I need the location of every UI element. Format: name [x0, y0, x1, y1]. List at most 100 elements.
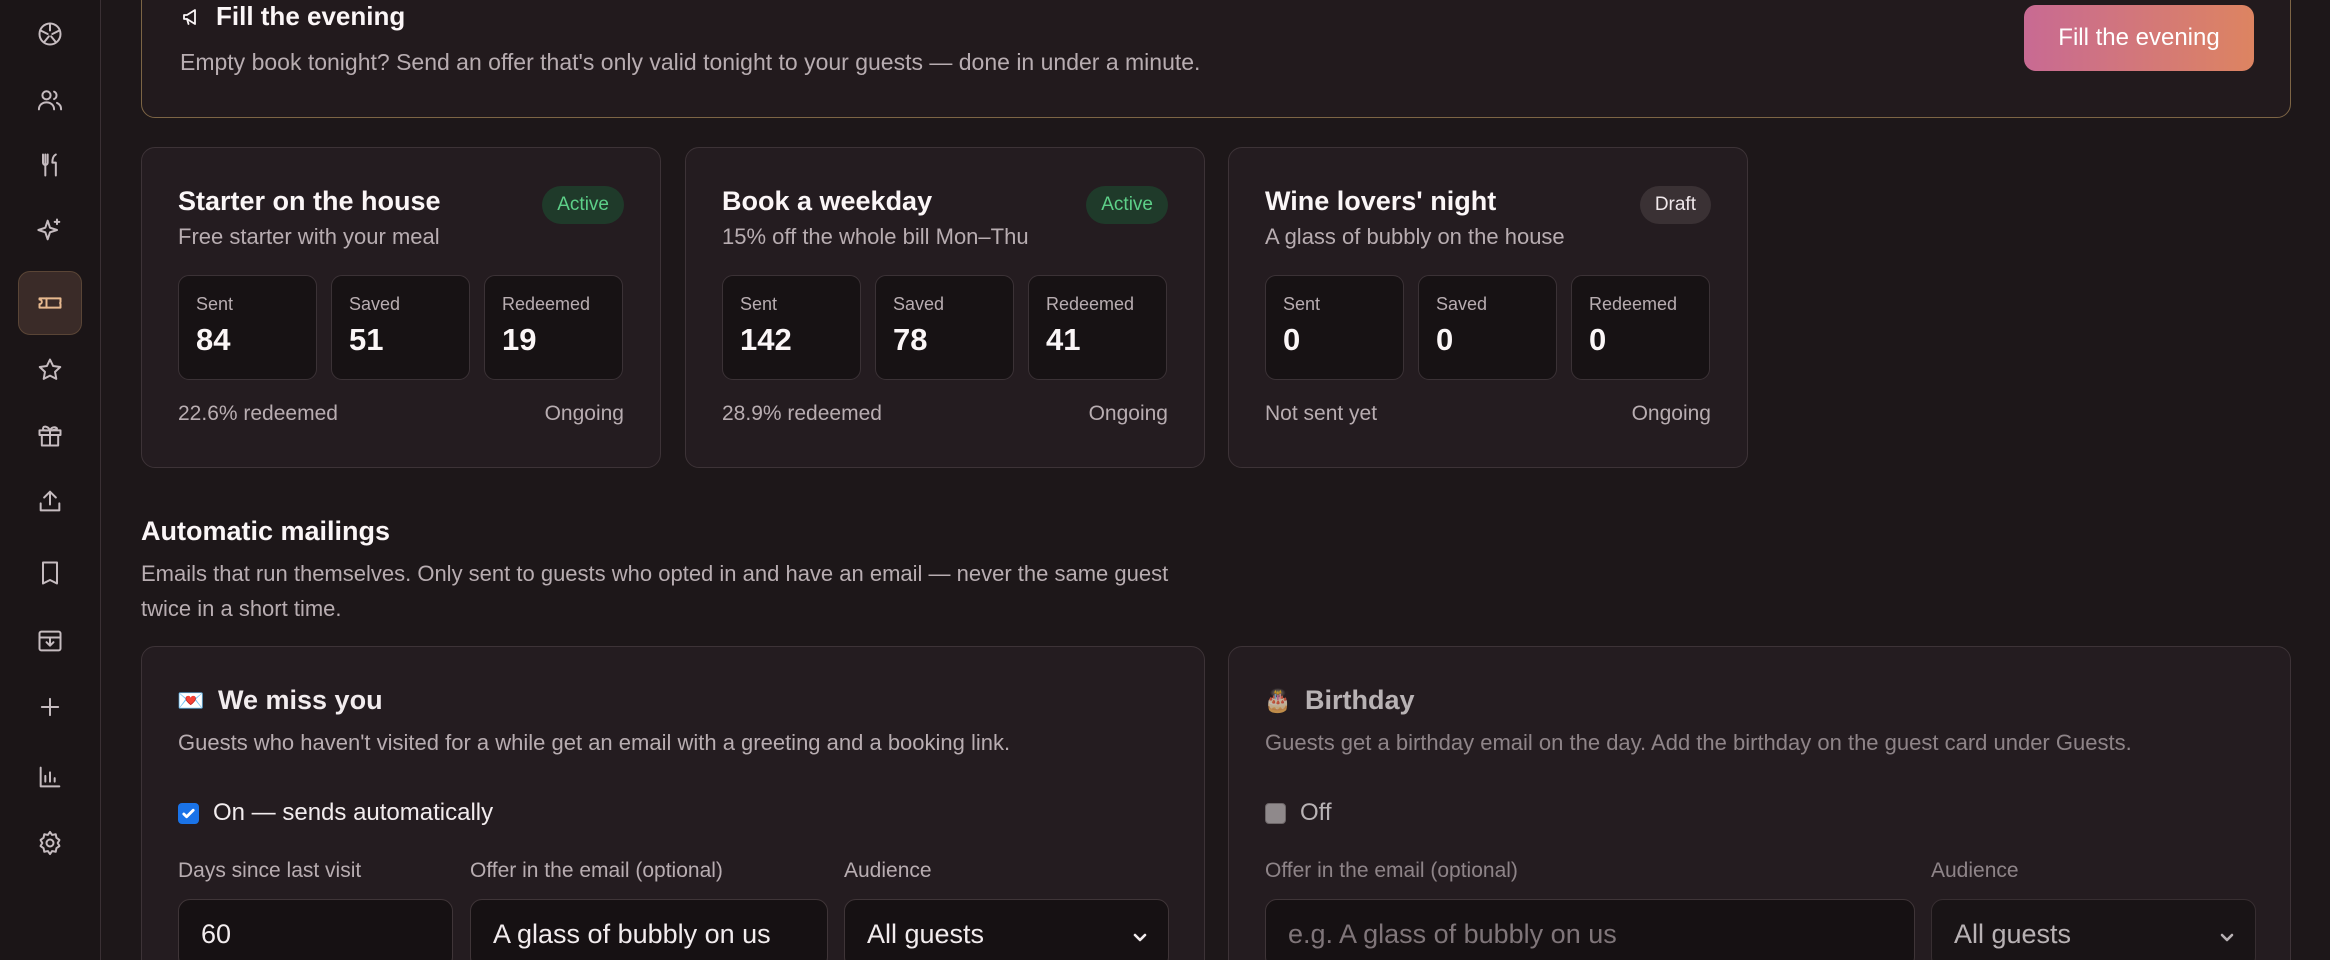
audience-value: All guests — [1954, 918, 2072, 949]
chart-icon[interactable] — [18, 745, 82, 809]
auto-send-toggle[interactable]: On — sends automatically — [178, 799, 493, 827]
book-icon[interactable] — [18, 541, 82, 605]
stat-value: 51 — [349, 322, 384, 357]
utensils-icon[interactable] — [18, 133, 82, 197]
mail-title: We miss you — [218, 685, 383, 715]
offer-subtitle: Free starter with your meal — [178, 224, 440, 249]
offer-label: Offer in the email (optional) — [1265, 859, 1518, 882]
days-input[interactable]: 60 — [178, 899, 453, 960]
audience-value: All guests — [867, 918, 985, 949]
offer-stats: Sent 142 Saved 78 Redeemed 41 — [722, 275, 1167, 380]
stat-value: 0 — [1283, 322, 1301, 357]
stat-value: 78 — [893, 322, 928, 357]
offer-duration: Ongoing — [544, 402, 624, 425]
stat-value: 0 — [1436, 322, 1454, 357]
banner-title: Fill the evening — [216, 1, 406, 31]
offer-label: Offer in the email (optional) — [470, 859, 723, 882]
sidebar — [0, 0, 101, 960]
toggle-label: Off — [1300, 799, 1332, 826]
offer-title: Starter on the house — [178, 186, 441, 216]
stat-label: Sent — [740, 294, 778, 314]
mail-description: Guests get a birthday email on the day. … — [1265, 730, 2132, 755]
section-title: Automatic mailings — [141, 516, 391, 546]
stat-sent: Sent 84 — [178, 275, 317, 380]
stat-label: Redeemed — [1046, 294, 1135, 314]
banner-text: Empty book tonight? Send an offer that's… — [180, 49, 1201, 75]
offer-title: Wine lovers' night — [1265, 186, 1497, 216]
stat-label: Saved — [1436, 294, 1488, 314]
upload-icon[interactable] — [18, 469, 82, 533]
stat-redeemed: Redeemed 41 — [1028, 275, 1167, 380]
we-miss-you-card: 💌 We miss you Guests who haven't visited… — [141, 646, 1205, 960]
fill-evening-banner: Fill the evening Empty book tonight? Sen… — [141, 0, 2291, 118]
chevron-down-icon — [1130, 924, 1150, 955]
stat-value: 41 — [1046, 322, 1081, 357]
stat-label: Saved — [893, 294, 945, 314]
stat-label: Sent — [1283, 294, 1321, 314]
stat-redeemed: Redeemed 19 — [484, 275, 623, 380]
offer-stats: Sent 0 Saved 0 Redeemed 0 — [1265, 275, 1710, 380]
offer-card[interactable]: Book a weekday 15% off the whole bill Mo… — [685, 147, 1205, 468]
mail-description: Guests who haven't visited for a while g… — [178, 730, 1011, 755]
audience-select[interactable]: All guests — [844, 899, 1169, 960]
offer-duration: Ongoing — [1631, 402, 1711, 425]
stat-sent: Sent 142 — [722, 275, 861, 380]
stat-value: 19 — [502, 322, 537, 357]
enabled-checkbox[interactable] — [178, 802, 199, 824]
stat-value: 142 — [740, 322, 792, 357]
offer-input[interactable]: e.g. A glass of bubbly on us — [1265, 899, 1915, 960]
audience-select[interactable]: All guests — [1931, 899, 2256, 960]
settings-icon[interactable] — [18, 811, 82, 875]
birthday-card: 🎂 Birthday Guests get a birthday email o… — [1228, 646, 2291, 960]
mail-heading: 💌 We miss you — [177, 685, 383, 716]
audience-label: Audience — [844, 859, 932, 882]
status-badge: Draft — [1639, 186, 1711, 224]
status-badge: Active — [542, 186, 624, 224]
stat-value: 84 — [196, 322, 231, 357]
stat-label: Saved — [349, 294, 401, 314]
stat-label: Sent — [196, 294, 234, 314]
plus-icon[interactable] — [18, 675, 82, 739]
stat-redeemed: Redeemed 0 — [1571, 275, 1710, 380]
stat-label: Redeemed — [502, 294, 591, 314]
redeemed-rate: 22.6% redeemed — [178, 402, 338, 425]
love-letter-icon: 💌 — [177, 687, 205, 713]
offer-subtitle: 15% off the whole bill Mon–Thu — [722, 224, 1029, 249]
mail-heading: 🎂 Birthday — [1264, 685, 1415, 716]
offer-title: Book a weekday — [722, 186, 933, 216]
offer-input[interactable]: A glass of bubbly on us — [470, 899, 828, 960]
auto-send-toggle[interactable]: Off — [1265, 799, 1332, 827]
dashboard-icon[interactable] — [18, 2, 82, 66]
section-description: Emails that run themselves. Only sent to… — [141, 561, 1169, 621]
offer-card[interactable]: Wine lovers' night A glass of bubbly on … — [1228, 147, 1748, 468]
offer-card[interactable]: Starter on the house Free starter with y… — [141, 147, 661, 468]
status-badge: Active — [1086, 186, 1168, 224]
sparkles-icon[interactable] — [18, 198, 82, 262]
check-icon — [182, 808, 195, 818]
guests-icon[interactable] — [18, 68, 82, 132]
enabled-checkbox[interactable] — [1265, 802, 1286, 824]
chevron-down-icon — [2217, 924, 2237, 955]
toggle-label: On — sends automatically — [213, 799, 494, 826]
offer-duration: Ongoing — [1088, 402, 1168, 425]
megaphone-icon — [183, 8, 196, 25]
star-icon[interactable] — [18, 338, 82, 402]
stat-saved: Saved 51 — [331, 275, 470, 380]
stat-saved: Saved 78 — [875, 275, 1014, 380]
banner-heading: Fill the evening — [180, 1, 405, 32]
offer-stats: Sent 84 Saved 51 Redeemed 19 — [178, 275, 623, 380]
days-label: Days since last visit — [178, 859, 362, 882]
redeemed-rate: 28.9% redeemed — [722, 402, 882, 425]
mail-title: Birthday — [1305, 685, 1415, 715]
audience-label: Audience — [1931, 859, 2019, 882]
stat-value: 0 — [1589, 322, 1607, 357]
stat-saved: Saved 0 — [1418, 275, 1557, 380]
archive-icon[interactable] — [18, 609, 82, 673]
gift-icon[interactable] — [18, 403, 82, 467]
stat-sent: Sent 0 — [1265, 275, 1404, 380]
offer-subtitle: A glass of bubbly on the house — [1265, 224, 1565, 249]
birthday-cake-icon: 🎂 — [1264, 687, 1292, 713]
ticket-icon[interactable] — [18, 271, 82, 335]
redeemed-rate: Not sent yet — [1265, 402, 1378, 425]
fill-evening-button[interactable]: Fill the evening — [2024, 5, 2254, 71]
